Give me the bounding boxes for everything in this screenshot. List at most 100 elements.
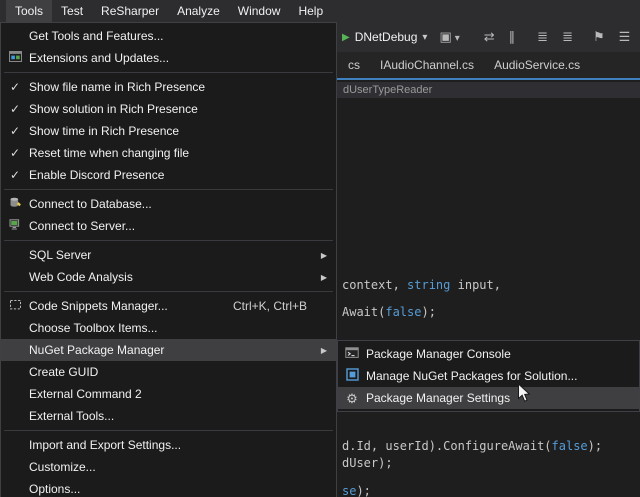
menu-item-shortcut: Ctrl+K, Ctrl+B (233, 299, 307, 313)
code-token: false (385, 305, 421, 319)
tab-cs[interactable]: cs (338, 52, 370, 78)
vs-window: context, string input,Await(false);d.Id,… (0, 0, 640, 497)
submenu-arrow-icon: ▶ (317, 251, 331, 260)
word-wrap-icon[interactable]: ≣ (562, 29, 573, 44)
start-debug-button[interactable]: ▶ DNetDebug ▾ (342, 30, 427, 44)
menu-item-label: Import and Export Settings... (29, 438, 181, 452)
menu-item-label: Enable Discord Presence (29, 168, 164, 182)
tab-audioservice[interactable]: AudioService.cs (484, 52, 590, 78)
menu-item-customize[interactable]: Customize... (1, 456, 336, 478)
menubar-item-resharper[interactable]: ReSharper (92, 0, 168, 22)
menu-item-label: Manage NuGet Packages for Solution... (366, 369, 577, 383)
menu-item-label: Package Manager Console (366, 347, 511, 361)
menu-item-label: Show time in Rich Presence (29, 124, 179, 138)
menu-item-show-time-in-rich-presence[interactable]: ✓ Show time in Rich Presence (1, 120, 336, 142)
menu-item-gutter: ⚙ (338, 392, 366, 405)
nuget-submenu: Package Manager Console Manage NuGet Pack… (337, 340, 640, 412)
menu-separator (4, 240, 333, 241)
menu-item-show-file-name-in-rich-presence[interactable]: ✓Show file name in Rich Presence (1, 76, 336, 98)
play-icon: ▶ (342, 32, 350, 43)
menubar-item-test[interactable]: Test (52, 0, 92, 22)
code-fragment-1: Await(false); (342, 305, 436, 319)
attach-icon[interactable]: ▣ (439, 29, 451, 44)
submenu-item-package-manager-console[interactable]: Package Manager Console (338, 343, 639, 365)
menu-item-label: Customize... (29, 460, 96, 474)
menu-item-gutter: ✓ (1, 80, 29, 94)
code-token: d.Id, userId).ConfigureAwait( (342, 439, 552, 453)
menu-item-label: Web Code Analysis (29, 270, 133, 284)
submenu-item-manage-nuget-packages-for-solution[interactable]: Manage NuGet Packages for Solution... (338, 365, 639, 387)
bookmark-icon[interactable]: ⚑ (593, 29, 605, 44)
tab-iaudiochannel[interactable]: IAudioChannel.cs (370, 52, 484, 78)
check-icon: ✓ (10, 124, 20, 138)
extensions-icon (9, 50, 22, 66)
menu-item-label: Show solution in Rich Presence (29, 102, 198, 116)
menu-separator (4, 72, 333, 73)
server-icon (9, 218, 22, 234)
check-icon: ✓ (10, 146, 20, 160)
menubar-item-window[interactable]: Window (229, 0, 290, 22)
code-fragment-3: dUser); (342, 456, 393, 470)
menu-item-label: Reset time when changing file (29, 146, 189, 160)
menu-item-gutter (338, 368, 366, 384)
submenu-item-package-manager-settings[interactable]: ⚙Package Manager Settings (338, 387, 639, 409)
code-token: input, (450, 278, 501, 292)
menu-item-gutter (1, 218, 29, 234)
list-members-icon[interactable]: ≣ (537, 29, 548, 44)
check-icon: ✓ (10, 168, 20, 182)
menu-item-label: Code Snippets Manager... (29, 299, 168, 313)
code-token: Await( (342, 305, 385, 319)
menu-item-gutter (1, 196, 29, 212)
menu-item-label: External Command 2 (29, 387, 142, 401)
menu-item-nuget-package-manager[interactable]: NuGet Package Manager▶ (1, 339, 336, 361)
menu-item-create-guid[interactable]: Create GUID (1, 361, 336, 383)
submenu-arrow-icon: ▶ (317, 273, 331, 282)
menu-item-gutter: ✓ (1, 102, 29, 116)
menu-item-show-solution-in-rich-presence[interactable]: ✓Show solution in Rich Presence (1, 98, 336, 120)
menubar-item-help[interactable]: Help (289, 0, 332, 22)
menu-item-options[interactable]: Options... (1, 478, 336, 497)
menu-item-external-tools[interactable]: External Tools... (1, 405, 336, 427)
code-token: context, (342, 278, 407, 292)
menu-item-reset-time-when-changing-file[interactable]: ✓ Reset time when changing file (1, 142, 336, 164)
menu-item-label: Extensions and Updates... (29, 51, 169, 65)
code-token: ); (421, 305, 435, 319)
mouse-cursor (517, 383, 531, 408)
menu-separator (4, 291, 333, 292)
menu-item-label: Get Tools and Features... (29, 29, 164, 43)
menubar-item-tools[interactable]: Tools (6, 0, 52, 22)
menu-item-external-command-2[interactable]: External Command 2 (1, 383, 336, 405)
chevron-down-icon[interactable]: ▾ (455, 33, 460, 44)
navigate-icon[interactable]: ⇄ (484, 29, 495, 44)
submenu-arrow-icon: ▶ (317, 346, 331, 355)
menu-item-connect-to-database[interactable]: Connect to Database... (1, 193, 336, 215)
menu-bar: ToolsTestReSharperAnalyzeWindowHelp (0, 0, 640, 22)
menu-item-gutter (1, 298, 29, 314)
menu-item-label: Options... (29, 482, 80, 496)
database-icon (9, 196, 22, 212)
menubar-item-analyze[interactable]: Analyze (168, 0, 229, 22)
menu-item-import-and-export-settings[interactable]: Import and Export Settings... (1, 434, 336, 456)
menu-item-label: Create GUID (29, 365, 98, 379)
snippets-icon (9, 298, 22, 314)
menu-item-choose-toolbox-items[interactable]: Choose Toolbox Items... (1, 317, 336, 339)
menu-item-extensions-and-updates[interactable]: Extensions and Updates... (1, 47, 336, 69)
menu-item-code-snippets-manager[interactable]: Code Snippets Manager... Ctrl+K, Ctrl+B (1, 295, 336, 317)
menu-item-web-code-analysis[interactable]: Web Code Analysis ▶ (1, 266, 336, 288)
code-token: ); (356, 484, 370, 497)
debug-target-label: DNetDebug (355, 30, 418, 44)
menu-item-gutter (338, 346, 366, 362)
menu-item-label: Connect to Database... (29, 197, 152, 211)
overflow-menu-icon[interactable]: ☰ (619, 29, 631, 44)
menu-item-get-tools-and-features[interactable]: Get Tools and Features... (1, 25, 336, 47)
code-token: false (552, 439, 588, 453)
menu-item-label: Connect to Server... (29, 219, 135, 233)
code-token: dUser); (342, 456, 393, 470)
code-token: ); (588, 439, 602, 453)
code-fragment-0: context, string input, (342, 278, 501, 292)
menu-item-connect-to-server[interactable]: Connect to Server... (1, 215, 336, 237)
menu-item-label: Show file name in Rich Presence (29, 80, 205, 94)
menu-item-sql-server[interactable]: SQL Server▶ (1, 244, 336, 266)
menu-item-enable-discord-presence[interactable]: ✓ Enable Discord Presence (1, 164, 336, 186)
split-view-icon[interactable]: ∥ (509, 29, 516, 44)
